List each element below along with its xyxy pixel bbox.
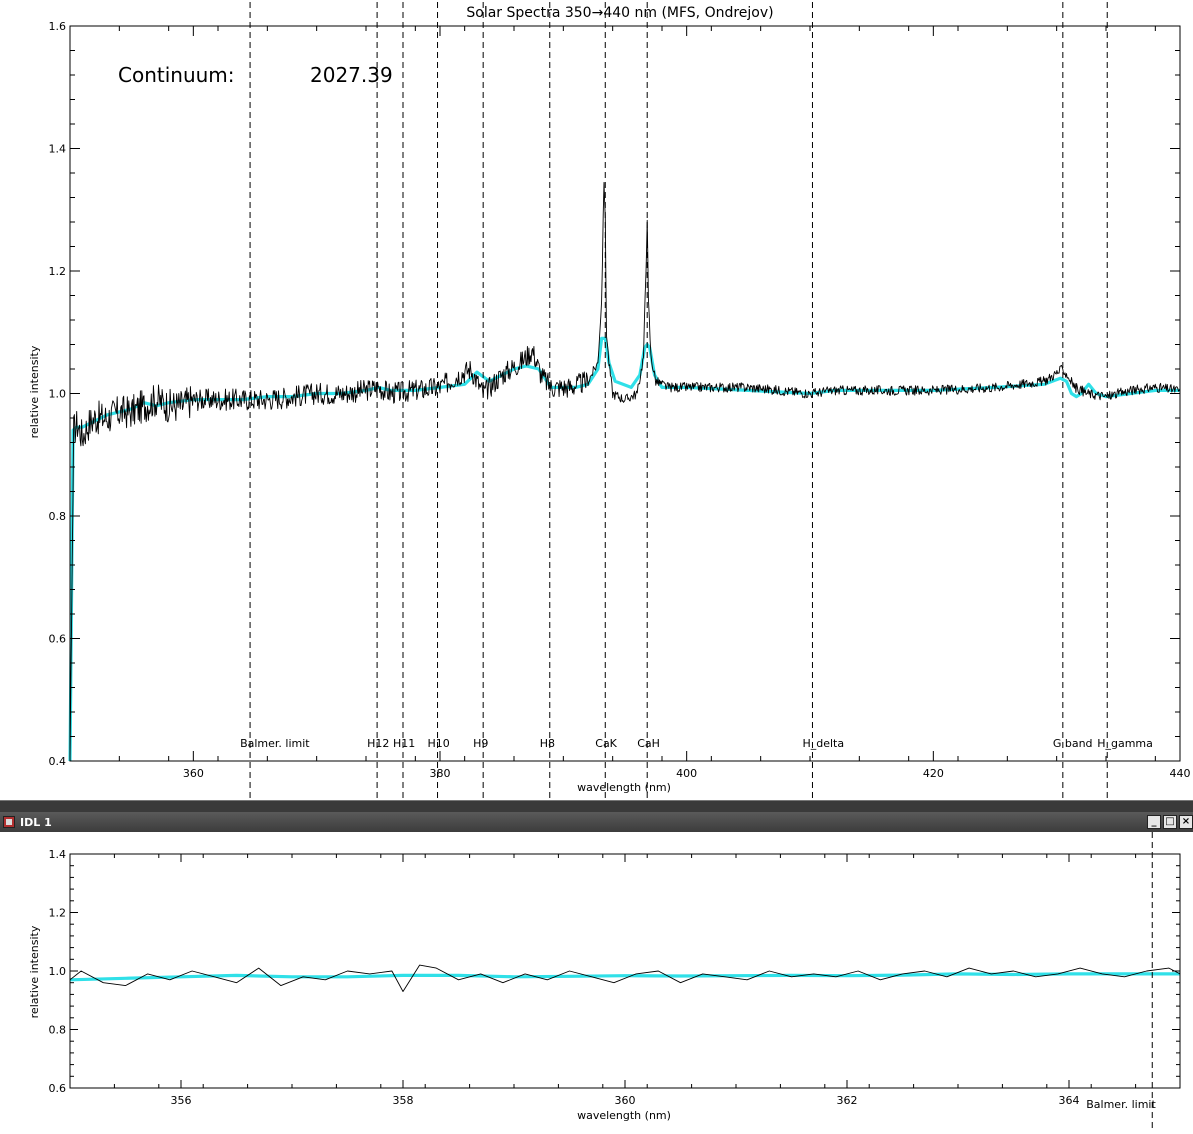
minimize-button[interactable]: _ bbox=[1147, 815, 1161, 829]
y-tick-label: 0.6 bbox=[49, 1082, 67, 1095]
y-tick-label: 1.2 bbox=[49, 265, 67, 278]
x-tick-label: 360 bbox=[183, 767, 204, 780]
reference-line-label: H_gamma bbox=[1097, 737, 1153, 750]
y-axis-label: relative intensity bbox=[28, 925, 41, 1018]
x-tick-label: 400 bbox=[676, 767, 697, 780]
top-spectrum-chart: Balmer. limit H12 H11 H10 H9 H8 CaK CaH H_delta G… bbox=[28, 2, 1191, 800]
smoothed-spectrum-line bbox=[69, 972, 1180, 982]
reference-line-label: Balmer. limit bbox=[1086, 1098, 1156, 1111]
y-tick-label: 0.8 bbox=[49, 510, 67, 523]
reference-line-label: CaK bbox=[595, 737, 617, 750]
y-tick-label: 1.4 bbox=[49, 143, 67, 156]
reference-line-label: H_delta bbox=[802, 737, 844, 750]
x-axis-label: wavelength (nm) bbox=[577, 781, 671, 794]
reference-line-label: CaH bbox=[637, 737, 660, 750]
bottom-plot-window: Balmer. limit 356 358 360 362 364 0.6 0.8 1.0 1.… bbox=[0, 812, 1193, 1130]
reference-line-label: Balmer. limit bbox=[240, 737, 310, 750]
x-tick-label: 356 bbox=[171, 1094, 192, 1107]
x-axis-label: wavelength (nm) bbox=[577, 1109, 671, 1122]
x-tick-label: 420 bbox=[923, 767, 944, 780]
reference-line-label: H9 bbox=[473, 737, 488, 750]
spectrum-line bbox=[69, 964, 1181, 992]
y-tick-label: 1.0 bbox=[49, 388, 67, 401]
x-tick-label: 362 bbox=[837, 1094, 858, 1107]
continuum-value: 2027.39 bbox=[310, 63, 393, 87]
window-title: IDL 1 bbox=[20, 816, 52, 829]
spectrum-line bbox=[69, 181, 1181, 762]
x-tick-label: 380 bbox=[430, 767, 451, 780]
x-tick-label: 358 bbox=[393, 1094, 414, 1107]
y-tick-label: 1.4 bbox=[49, 848, 67, 861]
maximize-button[interactable]: □ bbox=[1163, 815, 1177, 829]
y-tick-label: 1.6 bbox=[49, 20, 67, 33]
continuum-label: Continuum: bbox=[118, 63, 235, 87]
y-tick-label: 1.0 bbox=[49, 965, 67, 978]
x-tick-label: 360 bbox=[615, 1094, 636, 1107]
y-tick-label: 1.2 bbox=[49, 907, 67, 920]
y-tick-label: 0.8 bbox=[49, 1024, 67, 1037]
reference-line-label: H12 bbox=[367, 737, 389, 750]
bottom-spectrum-chart: Balmer. limit 356 358 360 362 364 0.6 0.8 1.0 1.… bbox=[28, 812, 1181, 1130]
x-tick-label: 364 bbox=[1059, 1094, 1080, 1107]
chart-title: Solar Spectra 350→440 nm (MFS, Ondrejov) bbox=[466, 5, 773, 21]
close-button[interactable]: × bbox=[1179, 815, 1193, 829]
idl-app-icon bbox=[3, 816, 15, 828]
reference-line-label: H11 bbox=[393, 737, 415, 750]
window-title-bar[interactable]: IDL 1 _ □ × bbox=[0, 812, 1193, 832]
reference-line-label: G band bbox=[1053, 737, 1093, 750]
y-tick-label: 0.6 bbox=[49, 633, 67, 646]
y-axis-label: relative intensity bbox=[28, 345, 41, 438]
top-plot-window: Balmer. limit H12 H11 H10 H9 H8 CaK CaH H_delta G… bbox=[0, 0, 1193, 800]
y-tick-label: 0.4 bbox=[49, 755, 67, 768]
reference-line-label: H8 bbox=[540, 737, 555, 750]
x-tick-label: 440 bbox=[1170, 767, 1191, 780]
reference-line-label: H10 bbox=[428, 737, 450, 750]
